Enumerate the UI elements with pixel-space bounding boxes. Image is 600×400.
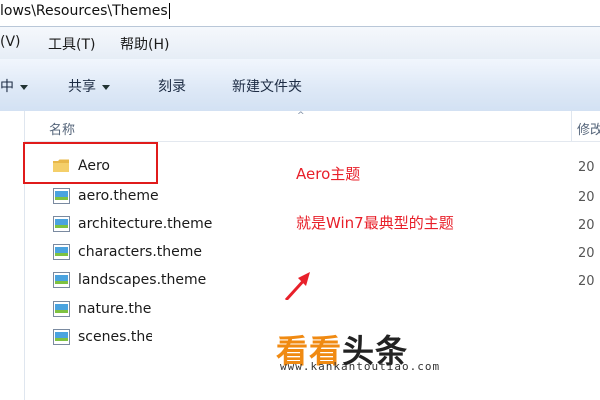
highlight-box <box>23 142 158 184</box>
menu-tools[interactable]: 工具(T) <box>48 34 95 54</box>
chevron-down-icon <box>20 84 28 90</box>
file-name: characters.theme <box>78 244 203 260</box>
theme-file-icon <box>53 301 70 317</box>
address-path-text: lows\Resources\Themes <box>0 3 168 19</box>
file-name: aero.theme <box>78 188 159 204</box>
theme-file-icon <box>53 329 70 345</box>
theme-file-icon <box>53 188 70 204</box>
column-header: ^ 名称 修改 <box>25 111 600 142</box>
theme-file-icon <box>53 272 70 288</box>
menu-view[interactable]: (V) <box>0 34 21 50</box>
file-date: 20 <box>578 160 595 175</box>
menu-bar: (V) 工具(T) 帮助(H) <box>0 27 600 60</box>
file-name: architecture.theme <box>78 216 213 232</box>
list-item-aero-theme[interactable]: aero.theme <box>50 185 250 211</box>
file-date: 20 <box>578 190 595 205</box>
organize-label: 中 <box>0 79 14 95</box>
column-separator[interactable] <box>571 111 572 141</box>
new-folder-button[interactable]: 新建文件夹 <box>232 76 302 96</box>
file-name: landscapes.theme <box>78 272 207 288</box>
annotation-title: Aero主题 <box>296 165 361 183</box>
list-item-nature-theme[interactable]: nature.the <box>50 298 160 324</box>
file-date: 20 <box>578 274 595 289</box>
list-item-characters-theme[interactable]: characters.theme <box>50 241 250 267</box>
navigation-pane[interactable] <box>0 111 25 400</box>
command-toolbar: 中 共享 刻录 新建文件夹 <box>0 59 600 112</box>
chevron-down-icon <box>102 84 110 90</box>
red-arrow-icon <box>284 272 310 302</box>
column-name[interactable]: 名称 <box>49 119 75 138</box>
list-item-landscapes-theme[interactable]: landscapes.theme <box>50 269 250 295</box>
share-button[interactable]: 共享 <box>68 76 110 96</box>
list-item-architecture-theme[interactable]: architecture.theme <box>50 213 250 239</box>
menu-help[interactable]: 帮助(H) <box>120 34 169 54</box>
sort-indicator-icon: ^ <box>297 111 305 121</box>
theme-file-icon <box>53 244 70 260</box>
file-name: nature.the <box>78 301 152 317</box>
file-name: scenes.the <box>78 329 154 345</box>
annotation-caption: 就是Win7最典型的主题 <box>296 214 454 232</box>
address-path[interactable]: lows\Resources\Themes <box>0 3 170 19</box>
watermark-overlay: 看看头条 www.kankantoutiao.com <box>152 300 600 400</box>
organize-button[interactable]: 中 <box>0 76 28 96</box>
column-modified[interactable]: 修改 <box>577 119 600 138</box>
text-caret <box>168 3 170 19</box>
burn-button[interactable]: 刻录 <box>158 76 186 96</box>
watermark-url: www.kankantoutiao.com <box>280 360 441 373</box>
file-date: 20 <box>578 246 595 261</box>
address-bar[interactable]: lows\Resources\Themes <box>0 0 600 27</box>
file-date: 20 <box>578 218 595 233</box>
theme-file-icon <box>53 216 70 232</box>
share-label: 共享 <box>68 79 96 95</box>
list-item-scenes-theme[interactable]: scenes.the <box>50 326 160 352</box>
